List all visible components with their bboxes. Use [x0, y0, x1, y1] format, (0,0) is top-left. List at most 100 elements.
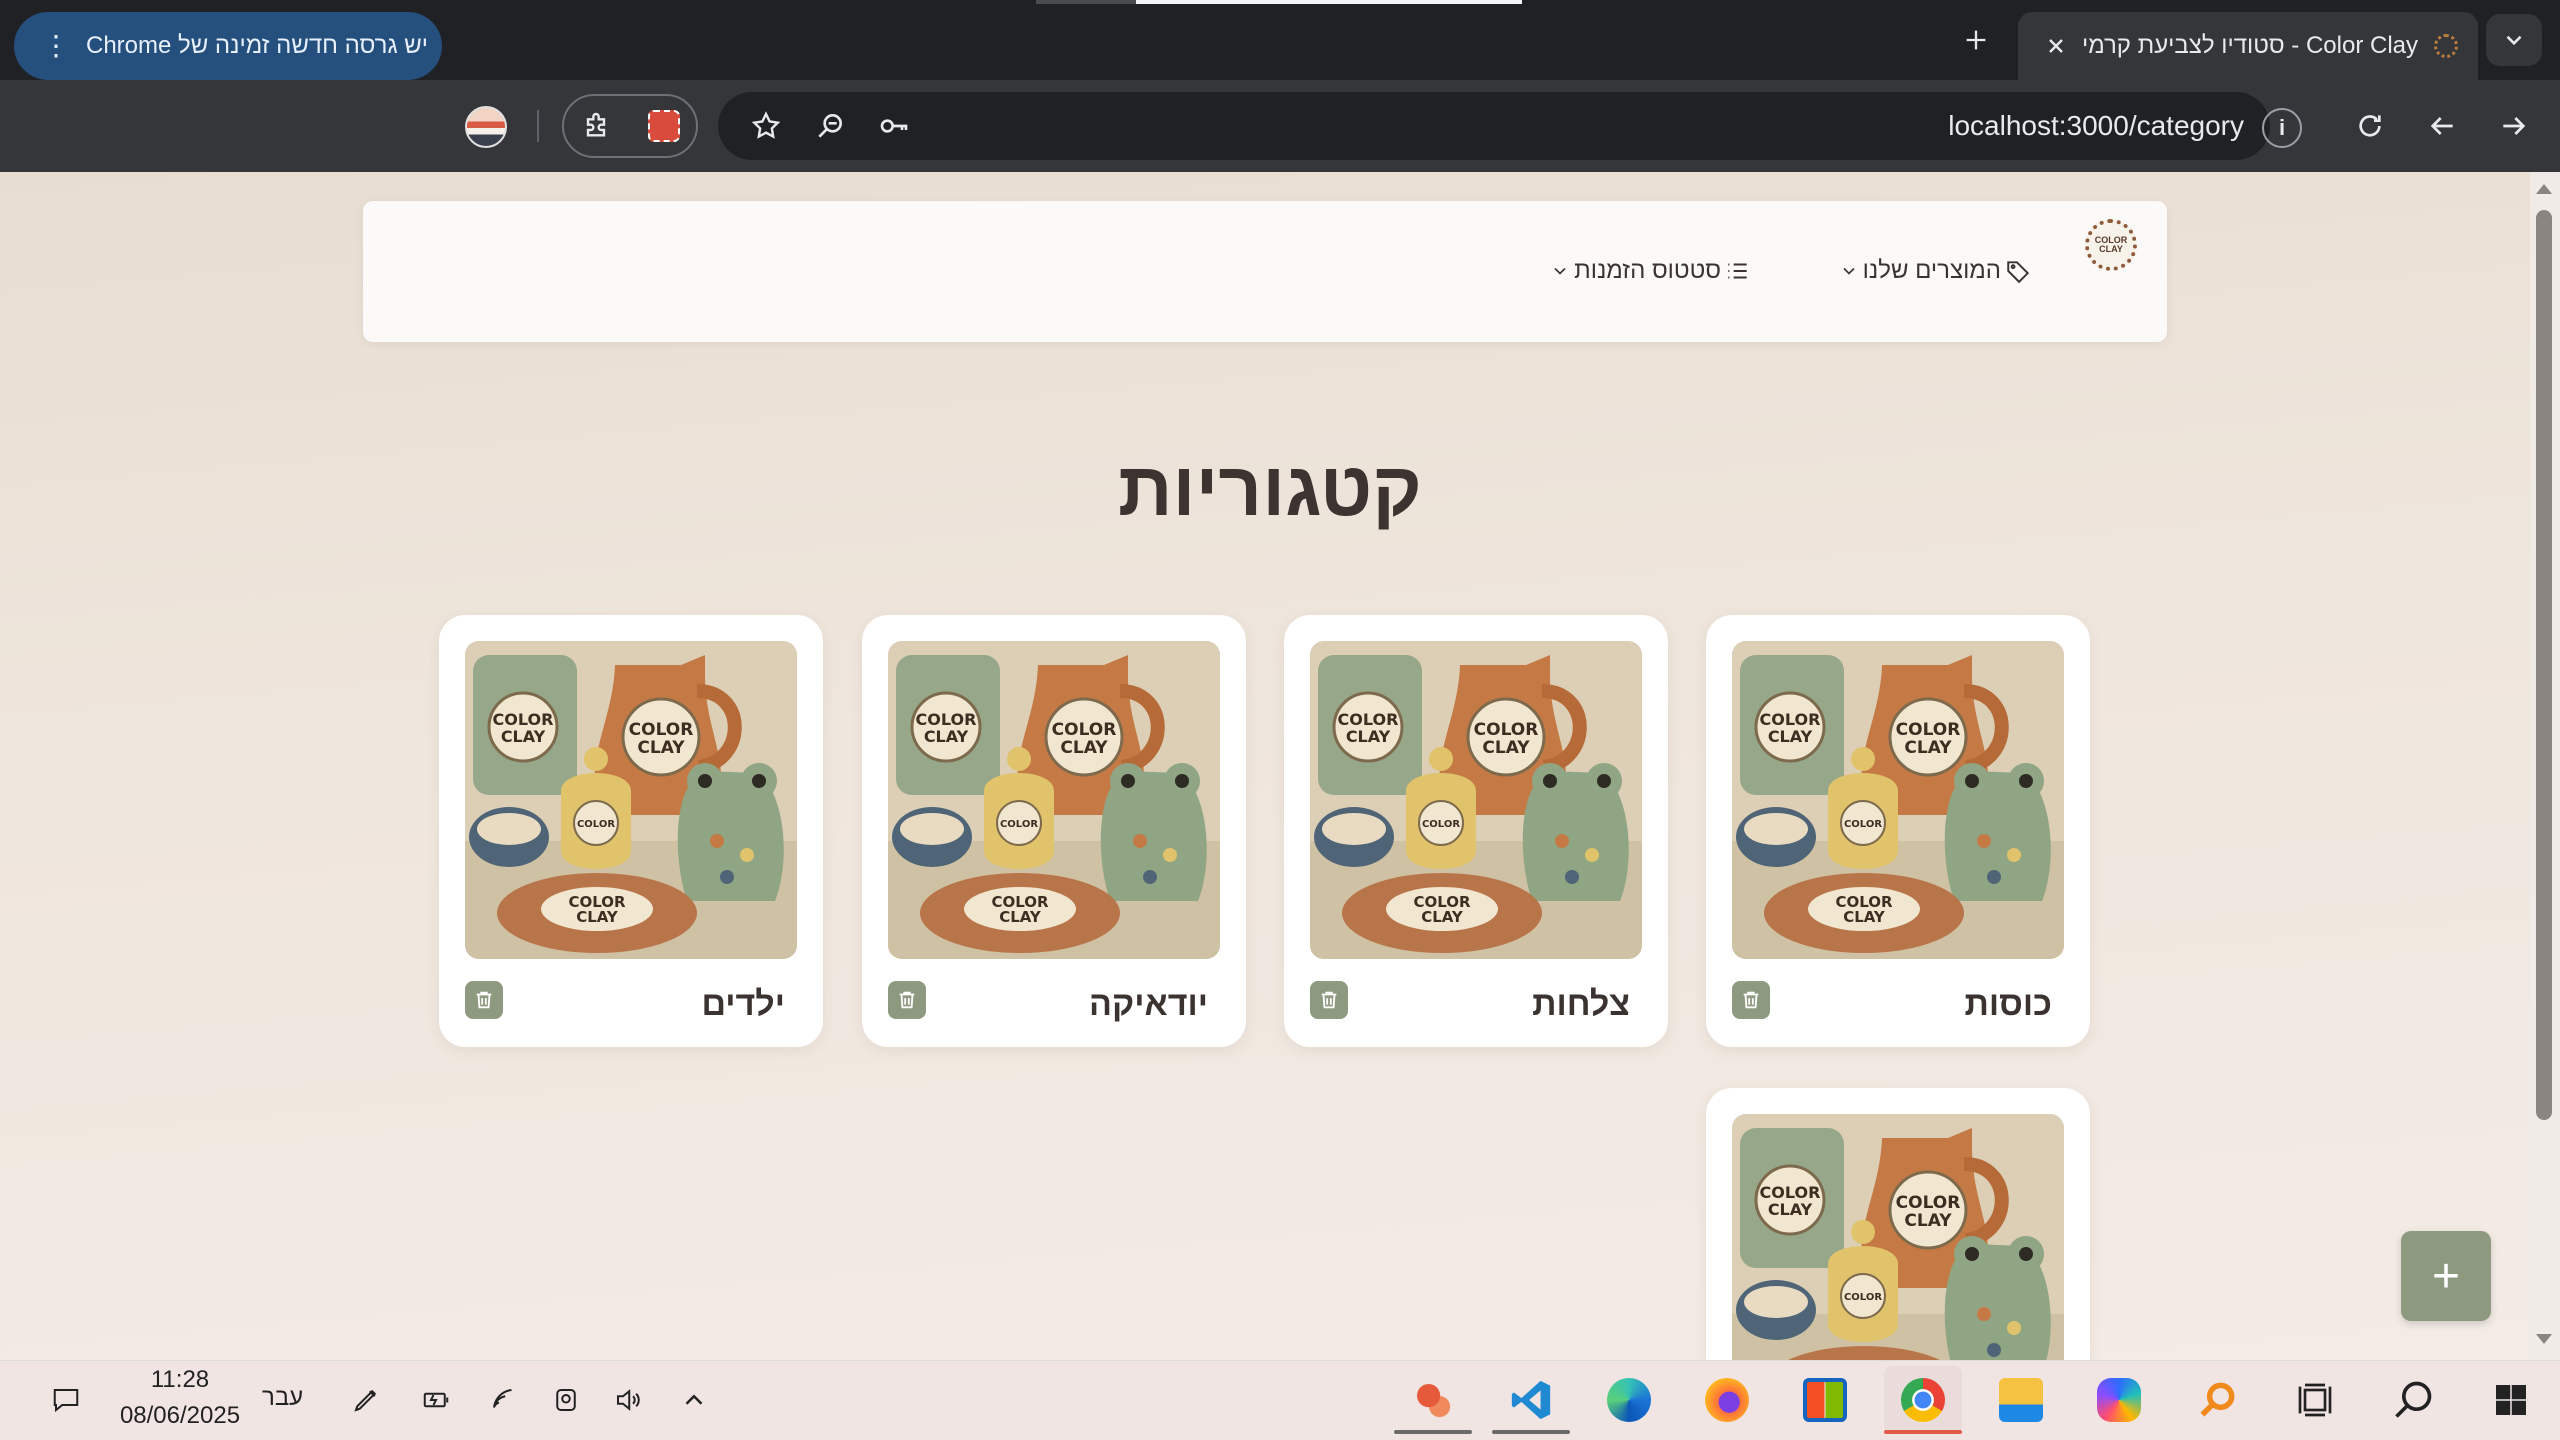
taskbar-search[interactable]	[2374, 1366, 2452, 1434]
nav-orders-menu[interactable]: סטטוס הזמנות	[1550, 253, 1751, 289]
zoom-button[interactable]	[806, 102, 854, 150]
site-info-icon[interactable]	[2262, 108, 2302, 148]
svg-text:COLOR: COLOR	[1422, 819, 1460, 830]
category-name: ילדים	[701, 985, 785, 1023]
taskbar-vscode[interactable]	[1492, 1366, 1570, 1434]
tab-search-button[interactable]	[2486, 14, 2542, 66]
reload-button[interactable]	[2346, 102, 2394, 150]
tab-close-button[interactable]	[2038, 28, 2074, 64]
store-icon	[1803, 1378, 1847, 1422]
more-vert-icon: ⋮	[42, 30, 70, 61]
extension-red-icon	[648, 110, 680, 142]
svg-text:CLAY: CLAY	[1482, 738, 1530, 758]
task-view-icon	[2298, 1383, 2332, 1417]
forward-button[interactable]	[2490, 102, 2538, 150]
svg-text:CLAY: CLAY	[1904, 738, 1952, 758]
taskbar-edge[interactable]	[1590, 1366, 1668, 1434]
scrollbar-thumb[interactable]	[2536, 210, 2552, 1120]
taskbar-start[interactable]	[2472, 1366, 2550, 1434]
category-name: צלחות	[1532, 985, 1630, 1023]
svg-text:COLOR: COLOR	[1844, 1292, 1882, 1303]
password-manager-button[interactable]	[870, 102, 918, 150]
extensions-button[interactable]	[572, 102, 620, 150]
reload-icon	[2359, 115, 2381, 137]
active-tab[interactable]: Color Clay - סטודיו לצביעת קרמיקה	[2018, 12, 2478, 80]
taskbar-search-app[interactable]	[2178, 1366, 2256, 1434]
category-card[interactable]: COLOR CLAY COLOR CLAY COLOR COLOR CLAY	[1706, 1088, 2090, 1360]
taskbar-store[interactable]	[1786, 1366, 1864, 1434]
taskbar-file-explorer[interactable]	[1982, 1366, 2060, 1434]
svg-text:CLAY: CLAY	[1346, 727, 1391, 746]
taskbar-copilot[interactable]	[2080, 1366, 2158, 1434]
wifi-icon	[493, 1389, 512, 1408]
ceramics-photo: COLOR CLAY COLOR CLAY COLOR COLOR CLAY	[465, 641, 797, 959]
category-card[interactable]: COLOR CLAY COLOR CLAY COLOR COLOR CLAY כ…	[1706, 615, 2090, 1047]
taskbar-clock-time[interactable]: 11:28	[120, 1366, 240, 1394]
bookmark-star-button[interactable]	[742, 102, 790, 150]
delete-category-button[interactable]	[465, 981, 503, 1019]
category-image[interactable]: COLOR CLAY COLOR CLAY COLOR COLOR CLAY	[465, 641, 797, 959]
svg-text:CLAY: CLAY	[1843, 908, 1886, 926]
nav-products-menu[interactable]: המוצרים שלנו	[1839, 253, 2031, 289]
scroll-down-arrow-icon[interactable]	[2536, 1334, 2552, 1344]
update-chip-label: יש גרסה חדשה זמינה של Chrome	[86, 32, 429, 59]
category-name: כוסות	[1964, 985, 2052, 1023]
ceramics-photo: COLOR CLAY COLOR CLAY COLOR COLOR CLAY	[1310, 641, 1642, 959]
category-image[interactable]: COLOR CLAY COLOR CLAY COLOR COLOR CLAY	[1310, 641, 1642, 959]
volume-button[interactable]	[608, 1380, 648, 1420]
svg-text:COLOR: COLOR	[577, 819, 615, 830]
firefox-icon	[1705, 1378, 1749, 1422]
category-name: יודאיקה	[1089, 985, 1208, 1023]
chevron-up-icon	[685, 1394, 703, 1405]
scroll-up-arrow-icon[interactable]	[2536, 184, 2552, 194]
folder-icon	[1999, 1378, 2043, 1422]
chevron-down-icon	[1554, 267, 1566, 275]
toolbar-separator	[537, 110, 539, 142]
taskbar-firefox[interactable]	[1688, 1366, 1766, 1434]
show-hidden-icons-button[interactable]	[674, 1380, 714, 1420]
close-icon	[2049, 39, 2063, 53]
ceramics-photo: COLOR CLAY COLOR CLAY COLOR COLOR CLAY	[888, 641, 1220, 959]
category-image[interactable]: COLOR CLAY COLOR CLAY COLOR COLOR CLAY	[1732, 641, 2064, 959]
extension-app-button[interactable]	[640, 102, 688, 150]
brand-logo[interactable]: COLOR CLAY	[2085, 219, 2137, 271]
trash-icon	[1321, 991, 1337, 1009]
page-viewport	[0, 172, 2560, 1360]
add-category-button[interactable]: +	[2401, 1231, 2491, 1321]
taskbar-task-view[interactable]	[2276, 1366, 2354, 1434]
input-language-indicator[interactable]: עבר	[262, 1384, 303, 1412]
new-tab-button[interactable]	[1950, 14, 2002, 66]
network-button[interactable]	[484, 1380, 524, 1420]
svg-text:CLAY: CLAY	[1768, 727, 1813, 746]
chrome-update-button[interactable]: ⋮ יש גרסה חדשה זמינה של Chrome	[14, 12, 442, 80]
delete-category-button[interactable]	[888, 981, 926, 1019]
category-image[interactable]: COLOR CLAY COLOR CLAY COLOR COLOR CLAY	[1732, 1114, 2064, 1360]
profile-avatar-button[interactable]	[465, 106, 507, 148]
volume-icon	[617, 1389, 640, 1411]
category-card[interactable]: COLOR CLAY COLOR CLAY COLOR COLOR CLAY י…	[439, 615, 823, 1047]
nav-orders-label: סטטוס הזמנות	[1574, 257, 1721, 284]
category-card[interactable]: COLOR CLAY COLOR CLAY COLOR COLOR CLAY צ…	[1284, 615, 1668, 1047]
svg-text:COLOR: COLOR	[1474, 720, 1539, 740]
delete-category-button[interactable]	[1732, 981, 1770, 1019]
logo-text: COLOR CLAY	[2094, 235, 2128, 254]
battery-button[interactable]	[416, 1380, 456, 1420]
delete-category-button[interactable]	[1310, 981, 1348, 1019]
camera-button[interactable]	[546, 1380, 586, 1420]
svg-text:COLOR: COLOR	[629, 720, 694, 740]
scissors-icon	[1411, 1378, 1455, 1422]
taskbar-chrome[interactable]	[1884, 1366, 1962, 1434]
svg-text:CLAY: CLAY	[1421, 908, 1464, 926]
notifications-button[interactable]	[46, 1380, 86, 1420]
pen-menu-button[interactable]	[346, 1380, 386, 1420]
category-image[interactable]: COLOR CLAY COLOR CLAY COLOR COLOR CLAY	[888, 641, 1220, 959]
taskbar-snipping-tool[interactable]	[1394, 1366, 1472, 1434]
tag-icon	[2007, 261, 2030, 284]
taskbar-clock-date[interactable]: 08/06/2025	[110, 1402, 250, 1430]
back-button[interactable]	[2418, 102, 2466, 150]
address-bar-url[interactable]: localhost:3000/category	[1240, 104, 2244, 148]
svg-text:COLOR: COLOR	[1896, 720, 1961, 740]
plus-icon	[1966, 30, 1986, 50]
svg-text:CLAY: CLAY	[924, 727, 969, 746]
category-card[interactable]: COLOR CLAY COLOR CLAY COLOR COLOR CLAY י…	[862, 615, 1246, 1047]
